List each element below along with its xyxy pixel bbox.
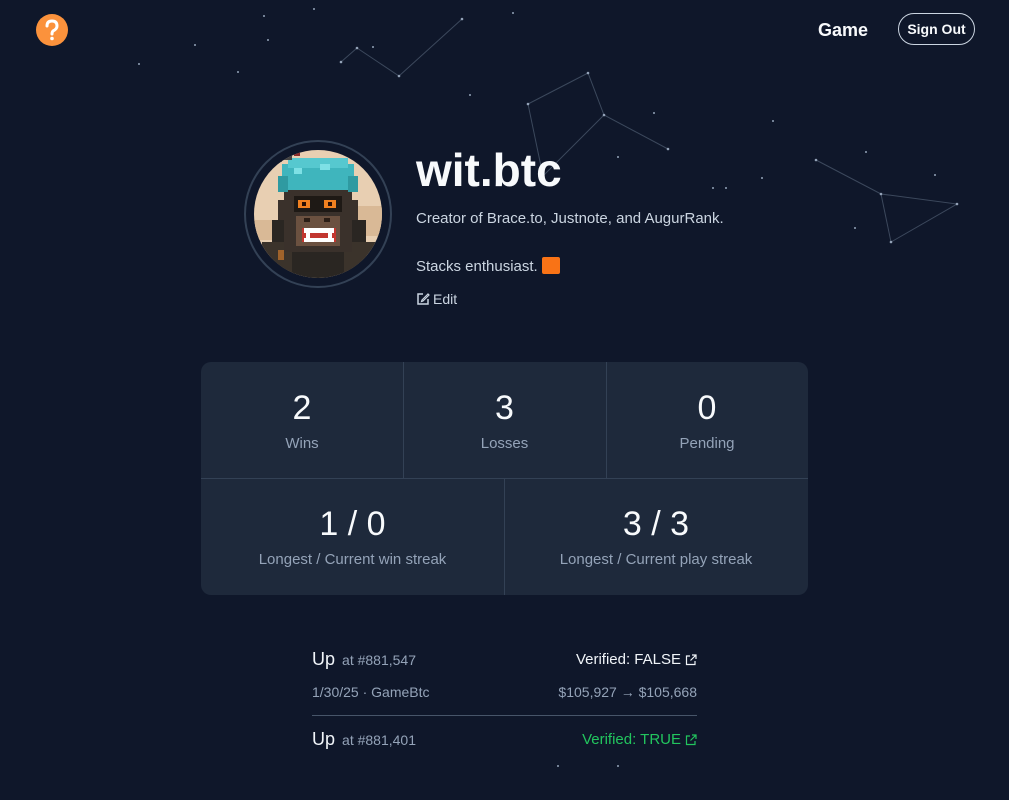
prediction-history-list: Up at #881,547 Verified: FALSE 1/30/25 ·… xyxy=(312,640,697,800)
wins-label: Wins xyxy=(285,435,319,452)
stat-wins: 2 Wins xyxy=(201,388,403,454)
history-item[interactable]: Up at #881,401 Verified: TRUE xyxy=(312,720,697,800)
profile-bio-line2: Stacks enthusiast. xyxy=(416,257,560,277)
avatar-frame xyxy=(244,140,392,288)
edit-profile-button[interactable]: Edit xyxy=(416,291,457,307)
external-link-icon xyxy=(685,733,697,745)
profile-bio-line1: Creator of Brace.to, Justnote, and Augur… xyxy=(416,210,724,227)
verified-text: Verified: FALSE xyxy=(575,651,681,668)
edit-icon xyxy=(417,293,430,305)
profile-username: wit.btc xyxy=(416,144,562,196)
stats-divider xyxy=(403,362,404,478)
losses-value: 3 xyxy=(495,389,514,427)
play-streak-value: 3 / 3 xyxy=(622,505,690,543)
history-item[interactable]: Up at #881,547 Verified: FALSE 1/30/25 ·… xyxy=(312,640,697,720)
wins-value: 2 xyxy=(292,389,312,427)
stats-divider xyxy=(504,478,505,595)
edit-label: Edit xyxy=(433,291,458,307)
stat-play-streak: 3 / 3 Longest / Current play streak xyxy=(504,504,808,570)
avatar xyxy=(254,150,382,278)
history-direction: Up at #881,401 xyxy=(312,729,416,750)
logo-button[interactable] xyxy=(36,14,68,46)
verified-text: Verified: TRUE xyxy=(582,731,681,748)
direction-text: Up xyxy=(312,649,336,669)
win-streak-value: 1 / 0 xyxy=(319,505,386,543)
win-streak-label: Longest / Current win streak xyxy=(258,551,447,568)
history-date-game: 1/30/25 · GameBtc xyxy=(312,684,430,700)
direction-text: Up xyxy=(312,729,336,749)
nav-game-link[interactable]: Game xyxy=(818,19,868,41)
verified-link[interactable]: Verified: FALSE xyxy=(576,651,697,668)
block-height: at #881,547 xyxy=(342,652,416,668)
pending-value: 0 xyxy=(697,389,717,427)
history-price-change: $105,927 → $105,668 xyxy=(558,684,697,700)
block-height: at #881,401 xyxy=(342,732,416,748)
pending-label: Pending xyxy=(679,435,735,452)
history-direction: Up at #881,547 xyxy=(312,649,416,670)
verified-link[interactable]: Verified: TRUE xyxy=(582,731,697,748)
stats-divider xyxy=(606,362,607,478)
question-mark-icon xyxy=(45,19,59,41)
orange-square-emoji-icon xyxy=(541,257,560,274)
bio-text: Stacks enthusiast. xyxy=(416,258,538,275)
stats-card: 2 Wins 3 Losses 0 Pending 1 / 0 Longest … xyxy=(201,362,808,595)
sign-out-button[interactable]: Sign Out xyxy=(898,13,975,45)
history-separator xyxy=(312,715,697,716)
external-link-icon xyxy=(685,653,697,665)
stat-losses: 3 Losses xyxy=(403,388,606,454)
play-streak-label: Longest / Current play streak xyxy=(559,551,753,568)
pixel-ape-avatar-icon xyxy=(254,150,382,278)
stat-pending: 0 Pending xyxy=(606,388,808,454)
stat-win-streak: 1 / 0 Longest / Current win streak xyxy=(201,504,504,570)
losses-label: Losses xyxy=(480,435,529,452)
